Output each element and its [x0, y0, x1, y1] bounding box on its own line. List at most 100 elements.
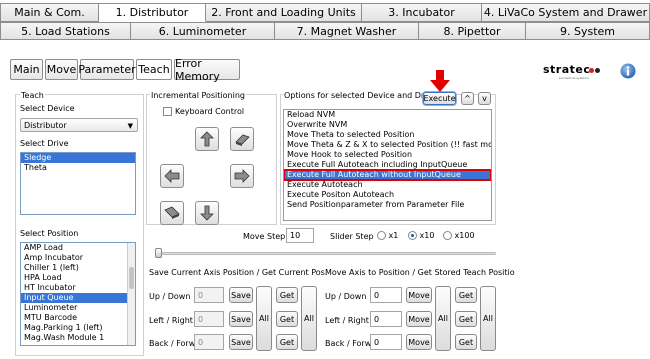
get-all-current-button[interactable]: All — [301, 286, 317, 351]
save-left-right-button[interactable]: Save — [229, 311, 253, 327]
list-item[interactable]: Overwrite NVM — [284, 120, 491, 130]
save-left-right-field: 0 — [194, 311, 224, 327]
move-step-label: Move Step — [243, 232, 286, 241]
list-item[interactable]: Move Theta to selected Position — [284, 130, 491, 140]
list-item[interactable]: AMP Load — [21, 243, 135, 253]
move-right-button[interactable] — [230, 164, 254, 188]
tab-incubator[interactable]: 3. Incubator — [362, 3, 482, 22]
slider-step-x10[interactable]: x10 — [408, 231, 434, 240]
move-all-button[interactable]: All — [435, 286, 451, 351]
list-item[interactable]: HT Incubator — [21, 283, 135, 293]
subtab-teach[interactable]: Teach — [136, 59, 172, 80]
slider-step-x100[interactable]: x100 — [443, 231, 475, 240]
subtab-error-memory[interactable]: Error Memory — [174, 57, 240, 83]
move-left-right-input[interactable]: 0 — [370, 311, 402, 327]
options-title: Options for selected Device and Drive — [283, 91, 438, 101]
logo-dot-red — [589, 68, 594, 73]
move-up-down-button[interactable]: Move — [406, 287, 432, 303]
tab-distributor[interactable]: 1. Distributor — [99, 3, 206, 22]
list-item[interactable]: Send Positionparameter from Parameter Fi… — [284, 200, 491, 210]
tab-system[interactable]: 9. System — [526, 22, 650, 40]
get-back-forw-button[interactable]: Get — [276, 334, 298, 350]
move-step-input[interactable]: 10 — [286, 228, 314, 243]
subtab-main[interactable]: Main — [10, 59, 43, 80]
get-left-right-button[interactable]: Get — [276, 311, 298, 327]
get-up-down-button[interactable]: Get — [276, 287, 298, 303]
list-item[interactable]: Sledge — [21, 153, 135, 163]
move-back-forw-button[interactable]: Move — [406, 334, 432, 350]
move-item-down-button[interactable]: v — [478, 92, 491, 105]
save-row-label: Back / Forw. — [149, 339, 198, 348]
list-item[interactable]: Luminometer — [21, 303, 135, 313]
move-item-up-button[interactable]: ^ — [461, 92, 474, 105]
position-list[interactable]: AMP Load Amp Incubator Chiller 1 (left) … — [20, 242, 136, 346]
move-row-label: Up / Down — [325, 292, 367, 301]
list-item[interactable]: Chiller 1 (left) — [21, 263, 135, 273]
select-drive-label: Select Drive — [20, 139, 69, 148]
get-all-stored-button[interactable]: All — [480, 286, 496, 351]
move-left-button[interactable] — [160, 164, 184, 188]
save-up-down-button[interactable]: Save — [229, 287, 253, 303]
save-all-button[interactable]: All — [256, 286, 272, 351]
list-item[interactable]: Mag.Parking 1 (left) — [21, 323, 135, 333]
list-item[interactable]: Reload NVM — [284, 110, 491, 120]
get-stored-left-right-button[interactable]: Get — [455, 311, 477, 327]
drive-list[interactable]: Sledge Theta — [20, 152, 136, 215]
move-row-label: Back / Forw. — [325, 339, 374, 348]
move-up-button[interactable] — [195, 127, 219, 151]
position-slider-track[interactable] — [158, 252, 496, 255]
save-back-forw-button[interactable]: Save — [229, 334, 253, 350]
list-item[interactable]: Amp Incubator — [21, 253, 135, 263]
slider-step-label: Slider Step — [330, 232, 374, 241]
position-slider-thumb[interactable] — [155, 248, 162, 258]
list-item[interactable]: Execute Full Autoteach including InputQu… — [284, 160, 491, 170]
tab-luminometer[interactable]: 6. Luminometer — [131, 22, 275, 40]
move-section-title: Move Axis to Position / Get Stored Teach… — [325, 268, 515, 277]
list-item[interactable]: Mag.Wash Module 1 — [21, 333, 135, 343]
device-select-value: Distributor — [24, 120, 67, 130]
list-item[interactable]: Input Queue — [21, 293, 135, 303]
radio-x10[interactable] — [408, 231, 417, 240]
subtab-move[interactable]: Move — [45, 59, 78, 80]
options-list[interactable]: Reload NVM Overwrite NVM Move Theta to s… — [283, 109, 492, 221]
info-icon[interactable] — [620, 63, 636, 79]
arrow-diagonal-back-icon — [235, 134, 250, 146]
tab-front-loading-units[interactable]: 2. Front and Loading Units — [206, 3, 362, 22]
radio-x10-label: x10 — [419, 231, 435, 240]
tab-load-stations[interactable]: 5. Load Stations — [0, 22, 131, 40]
list-item[interactable]: HPA Load — [21, 273, 135, 283]
move-left-right-button[interactable]: Move — [406, 311, 432, 327]
list-item[interactable]: Execute Autoteach — [284, 180, 491, 190]
device-select[interactable]: Distributor ▼ — [20, 118, 138, 132]
tab-row-1: Main & Com. 1. Distributor 2. Front and … — [0, 3, 650, 22]
move-back-button[interactable] — [230, 127, 254, 151]
move-down-button[interactable] — [195, 201, 219, 225]
move-up-down-input[interactable]: 0 — [370, 287, 402, 303]
move-forward-button[interactable] — [160, 201, 184, 225]
get-stored-up-down-button[interactable]: Get — [455, 287, 477, 303]
radio-x1[interactable] — [377, 231, 386, 240]
arrow-right-icon — [234, 169, 250, 183]
list-item[interactable]: Execute Positon Autoteach — [284, 190, 491, 200]
list-item[interactable]: Move Hook to selected Position — [284, 150, 491, 160]
radio-x100[interactable] — [443, 231, 452, 240]
execute-button[interactable]: Execute — [423, 92, 456, 105]
position-list-scrollbar[interactable] — [127, 243, 135, 345]
list-item[interactable]: MTU Barcode — [21, 313, 135, 323]
scrollbar-thumb[interactable] — [129, 267, 134, 289]
save-row-label: Left / Right — [149, 316, 193, 325]
tab-main-com[interactable]: Main & Com. — [0, 3, 99, 22]
subtab-parameter[interactable]: Parameter — [78, 59, 136, 80]
tab-magnet-washer[interactable]: 7. Magnet Washer — [275, 22, 419, 40]
list-item[interactable]: Move Theta & Z & X to selected Position … — [284, 140, 491, 150]
get-stored-back-forw-button[interactable]: Get — [455, 334, 477, 350]
move-back-forw-input[interactable]: 0 — [370, 334, 402, 350]
list-item-selected[interactable]: Execute Full Autoteach without InputQueu… — [284, 169, 491, 181]
arrow-up-icon — [200, 131, 214, 147]
tab-pipettor[interactable]: 8. Pipettor — [419, 22, 526, 40]
list-item[interactable]: Theta — [21, 163, 135, 173]
stratec-logo: stratec biomedical systems — [543, 63, 605, 81]
slider-step-x1[interactable]: x1 — [377, 231, 398, 240]
keyboard-control-checkbox[interactable] — [163, 107, 172, 116]
tab-livaco-system-drawer[interactable]: 4. LiVaCo System and Drawer — [482, 3, 650, 22]
